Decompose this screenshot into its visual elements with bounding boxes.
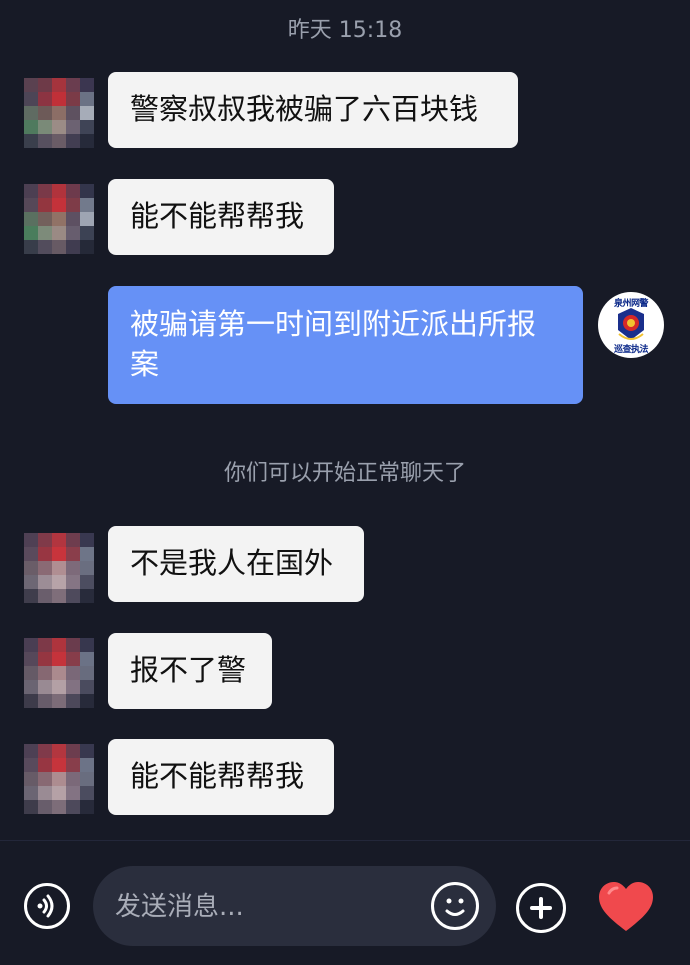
emoji-icon[interactable] bbox=[431, 882, 479, 930]
contact-avatar[interactable] bbox=[24, 533, 94, 603]
plus-icon[interactable] bbox=[516, 883, 566, 933]
outgoing-message-bubble[interactable]: 被骗请第一时间到附近派出所报 案 bbox=[108, 286, 583, 404]
chat-screen: 昨天 15:18 警察叔叔我被骗了六百块钱 能不能帮帮我 被骗请第一时间到附近派… bbox=[0, 0, 690, 965]
incoming-message-bubble[interactable]: 报不了警 bbox=[108, 633, 272, 709]
contact-avatar[interactable] bbox=[24, 78, 94, 148]
message-input-placeholder: 发送消息... bbox=[115, 892, 244, 922]
message-input[interactable]: 发送消息... bbox=[93, 866, 496, 946]
incoming-message-bubble[interactable]: 警察叔叔我被骗了六百块钱 bbox=[108, 72, 518, 148]
incoming-message-bubble[interactable]: 能不能帮帮我 bbox=[108, 739, 334, 815]
message-input-bar: 发送消息... bbox=[0, 840, 690, 965]
police-avatar-bottom-text: 巡查执法 bbox=[613, 345, 649, 355]
incoming-message-bubble[interactable]: 不是我人在国外 bbox=[108, 526, 364, 602]
system-note: 你们可以开始正常聊天了 bbox=[223, 461, 466, 486]
voice-icon[interactable] bbox=[24, 883, 70, 929]
contact-avatar[interactable] bbox=[24, 638, 94, 708]
message-timestamp: 昨天 15:18 bbox=[287, 18, 403, 43]
contact-avatar[interactable] bbox=[24, 744, 94, 814]
police-avatar[interactable]: 泉州网警 巡查执法 bbox=[598, 292, 664, 358]
incoming-message-bubble[interactable]: 能不能帮帮我 bbox=[108, 179, 334, 255]
heart-icon[interactable] bbox=[597, 881, 655, 933]
contact-avatar[interactable] bbox=[24, 184, 94, 254]
